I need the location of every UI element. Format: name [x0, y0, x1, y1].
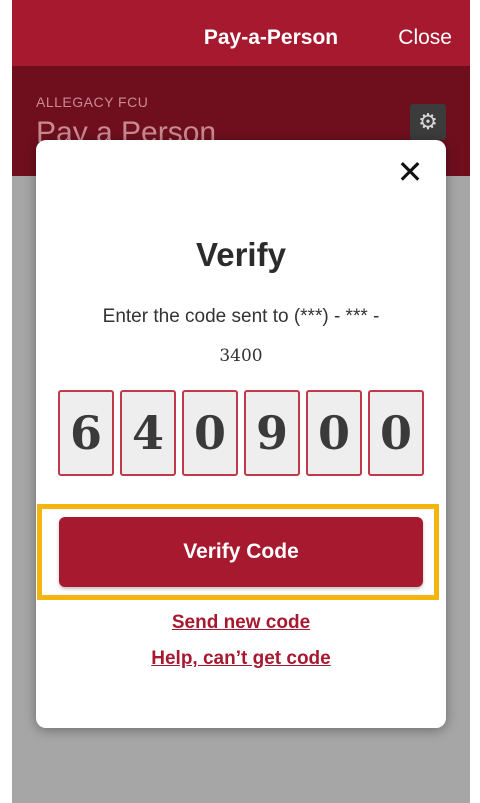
code-digit-3[interactable]: 0	[182, 390, 238, 476]
modal-title: Verify	[196, 236, 286, 273]
gear-icon[interactable]: ⚙	[410, 104, 446, 140]
code-digit-6[interactable]: 0	[368, 390, 424, 476]
verify-code-button[interactable]: Verify Code	[59, 517, 423, 587]
close-icon[interactable]: ✕	[396, 156, 424, 188]
send-new-code-link[interactable]: Send new code	[36, 612, 446, 634]
help-cant-get-code-link[interactable]: Help, can’t get code	[36, 648, 446, 670]
close-nav-button[interactable]: Close	[398, 26, 452, 50]
phone-number-suffix: 3400	[219, 346, 263, 366]
code-instruction: Enter the code sent to (***) - *** -	[102, 306, 380, 327]
verify-modal: ✕ Verify Enter the code sent to (***) - …	[36, 140, 446, 728]
app-screen: Pay-a-Person Close ALLEGACY FCU Pay a Pe…	[12, 0, 470, 803]
verification-code-inputs: 6 4 0 9 0 0	[58, 390, 426, 480]
top-nav-bar: Pay-a-Person Close	[12, 0, 470, 66]
code-digit-4[interactable]: 9	[244, 390, 300, 476]
brand-label: ALLEGACY FCU	[36, 94, 149, 110]
code-digit-5[interactable]: 0	[306, 390, 362, 476]
code-digit-2[interactable]: 4	[120, 390, 176, 476]
nav-title: Pay-a-Person	[203, 26, 339, 49]
code-digit-1[interactable]: 6	[58, 390, 114, 476]
